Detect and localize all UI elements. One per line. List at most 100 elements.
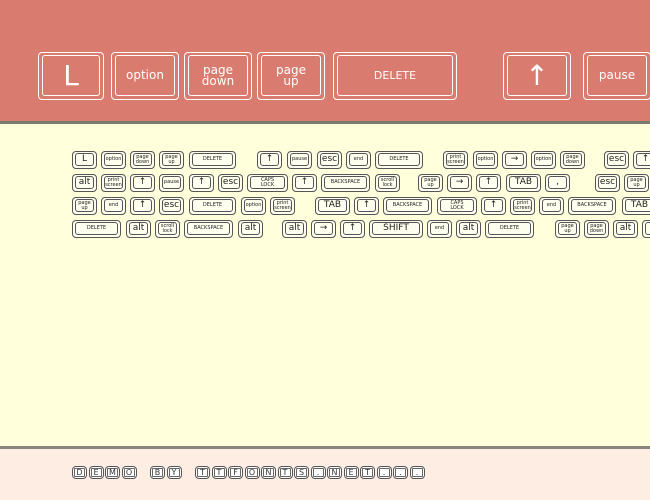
key-label: print screen xyxy=(273,199,292,212)
key-label: end xyxy=(542,199,561,212)
key-label: . xyxy=(411,468,423,477)
key-cap: scroll lock xyxy=(155,220,180,238)
key-label: page down xyxy=(188,55,248,96)
key-cap: option xyxy=(241,197,266,215)
key-cap: print screen xyxy=(270,197,295,215)
key-cap: L xyxy=(38,52,104,100)
key-label: TAB xyxy=(509,176,538,189)
key-cap: . xyxy=(376,466,392,479)
key-cap: T xyxy=(195,466,210,479)
key-cap: ↑ xyxy=(130,174,155,192)
key-label: T xyxy=(213,468,225,477)
key-cap: option xyxy=(473,151,498,169)
key-cap: . xyxy=(310,466,326,479)
key-cap: alt xyxy=(456,220,481,238)
key-cap: alt xyxy=(126,220,151,238)
key-label: alt xyxy=(75,176,94,189)
key-label: option xyxy=(534,153,553,166)
key-cap: esc xyxy=(604,151,629,169)
key-label: page up xyxy=(627,176,646,189)
key-cap: alt xyxy=(613,220,638,238)
key-cap: E xyxy=(88,466,104,479)
key-label: → xyxy=(450,176,469,189)
key-label: . xyxy=(378,468,390,477)
key-label: alt xyxy=(616,222,635,235)
key-label: ↑ xyxy=(133,199,152,212)
key-cap: ↑ xyxy=(257,151,282,169)
key-cap: DELETE xyxy=(375,151,423,169)
key-label: scroll lock xyxy=(378,176,397,189)
key-label: end xyxy=(104,199,123,212)
key-cap: BACKSPACE xyxy=(321,174,370,192)
key-label: T xyxy=(362,468,373,477)
key-label: ↑ xyxy=(636,153,650,166)
key-label: BACKSPACE xyxy=(571,199,613,212)
key-cap: pause xyxy=(583,52,650,100)
key-cap: scroll lock xyxy=(375,174,400,192)
key-cap: F xyxy=(228,466,243,479)
key-cap: print screen xyxy=(101,174,126,192)
key-cap: end xyxy=(539,197,564,215)
key-cap: alt xyxy=(238,220,263,238)
key-cap: pause xyxy=(287,151,312,169)
key-cap: DELETE xyxy=(72,220,121,238)
key-label: option xyxy=(104,153,123,166)
key-label: ↑ xyxy=(479,176,498,189)
keyboard-sample-area xyxy=(0,124,650,446)
key-cap: page down xyxy=(130,151,155,169)
key-cap: esc xyxy=(595,174,620,192)
key-label: esc xyxy=(598,176,617,189)
key-label: ↑ xyxy=(507,55,567,96)
key-cap: L xyxy=(72,151,97,169)
key-cap: DELETE xyxy=(189,197,236,215)
key-cap: option xyxy=(101,151,126,169)
key-label: option xyxy=(244,199,263,212)
key-cap: option xyxy=(531,151,556,169)
key-cap: . xyxy=(409,466,425,479)
key-label: esc xyxy=(320,153,339,166)
key-label: ↑ xyxy=(295,176,314,189)
key-cap: ↑ xyxy=(340,220,365,238)
key-cap: esc xyxy=(159,197,184,215)
key-label: D xyxy=(74,468,85,477)
key-label: ↑ xyxy=(484,199,503,212)
key-label: esc xyxy=(607,153,626,166)
key-label: ↑ xyxy=(260,153,279,166)
key-label: DELETE xyxy=(337,55,453,96)
key-label: BACKSPACE xyxy=(324,176,367,189)
key-label: page up xyxy=(261,55,321,96)
key-label: esc xyxy=(162,199,181,212)
key-label: print screen xyxy=(104,176,123,189)
key-label: TAB xyxy=(625,199,650,212)
key-label: M xyxy=(107,468,118,477)
key-label: pause xyxy=(290,153,309,166)
key-label: E xyxy=(90,468,102,477)
key-cap: page down xyxy=(584,220,609,238)
key-label: CAPS LOCK xyxy=(440,199,474,212)
key-cap: N xyxy=(327,466,342,479)
key-label: Y xyxy=(168,468,180,477)
key-label: print screen xyxy=(446,153,465,166)
key-cap: pause xyxy=(159,174,184,192)
key-cap: TAB xyxy=(506,174,541,192)
key-cap: → xyxy=(447,174,472,192)
key-cap: page up xyxy=(72,197,97,215)
key-cap: page up xyxy=(418,174,443,192)
key-cap: alt xyxy=(282,220,307,238)
key-cap: alt xyxy=(72,174,97,192)
key-cap: T xyxy=(211,466,227,479)
key-cap: O xyxy=(244,466,260,479)
key-cap: ↑ xyxy=(292,174,317,192)
key-cap: T xyxy=(360,466,375,479)
key-cap: DELETE xyxy=(333,52,457,100)
key-label: alt xyxy=(241,222,260,235)
key-label: T xyxy=(279,468,291,477)
key-cap: ↑ xyxy=(130,197,155,215)
key-label: O xyxy=(246,468,258,477)
key-label: alt xyxy=(285,222,304,235)
key-label: page down xyxy=(133,153,152,166)
key-label: print screen xyxy=(513,199,532,212)
key-cap: page up xyxy=(624,174,649,192)
key-cap: CAPS LOCK xyxy=(437,197,477,215)
key-label: page down xyxy=(587,222,606,235)
